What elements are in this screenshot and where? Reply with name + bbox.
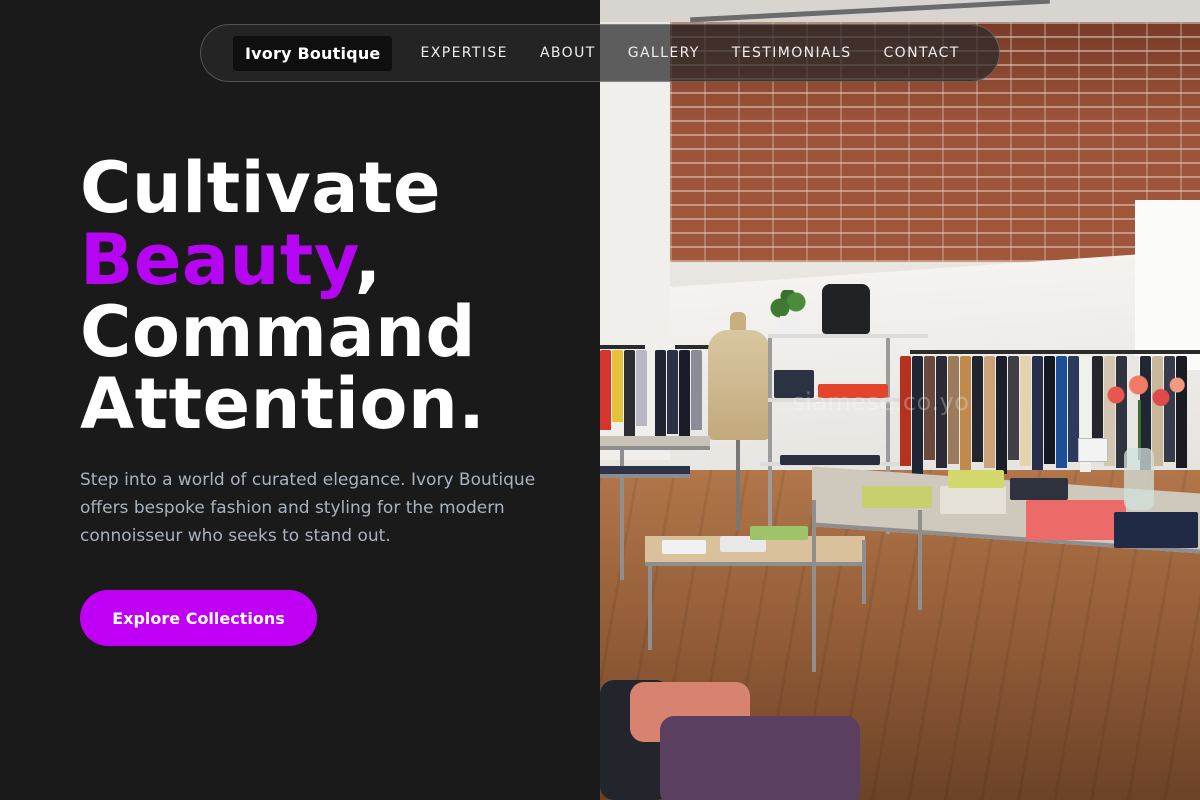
folded-clothes	[780, 455, 880, 465]
hero-title-line-3: Command	[80, 291, 477, 373]
folded-clothes	[750, 526, 808, 540]
sneakers	[662, 540, 706, 554]
nav-link-about[interactable]: ABOUT	[540, 45, 596, 61]
table-leg	[862, 540, 866, 604]
nav-link-gallery[interactable]: GALLERY	[628, 45, 700, 61]
hero-title-line-1: Cultivate	[80, 147, 441, 229]
shelf-post	[768, 334, 772, 534]
price-sign	[1078, 438, 1108, 462]
hero-title-line-4: Attention.	[80, 363, 486, 445]
plant-pot	[780, 316, 800, 334]
table-leg	[918, 510, 922, 610]
folded-clothes	[862, 486, 932, 508]
folded-clothes	[948, 470, 1004, 488]
window-light	[1135, 200, 1200, 370]
folded-clothes	[600, 466, 690, 478]
hanging-clothes	[655, 350, 703, 442]
backpack	[822, 284, 870, 334]
clothing-rack	[910, 350, 1200, 354]
mannequin-jacket	[708, 330, 770, 440]
shelf	[768, 334, 928, 338]
hero-title: Cultivate Beauty, Command Attention.	[80, 152, 580, 440]
top-navigation: Ivory Boutique EXPERTISE ABOUT GALLERY T…	[200, 24, 1000, 82]
explore-collections-button[interactable]: Explore Collections	[80, 590, 317, 646]
mannequin-stand	[736, 440, 740, 530]
nav-link-testimonials[interactable]: TESTIMONIALS	[732, 45, 852, 61]
brand-logo[interactable]: Ivory Boutique	[233, 35, 393, 71]
folded-clothes	[940, 486, 1006, 514]
folded-clothes	[1010, 478, 1068, 500]
hero-title-comma: ,	[354, 219, 382, 301]
clothing-rack	[600, 345, 645, 349]
vase	[1124, 448, 1154, 510]
display-table	[600, 436, 710, 450]
table-leg	[648, 566, 652, 650]
table-leg	[812, 500, 816, 672]
flowers	[1098, 370, 1188, 420]
folded-clothes	[1114, 512, 1198, 548]
clothing-rack	[675, 345, 710, 349]
nav-links: EXPERTISE ABOUT GALLERY TESTIMONIALS CON…	[420, 45, 959, 61]
nav-link-contact[interactable]: CONTACT	[884, 45, 960, 61]
clothing-pile	[660, 716, 860, 800]
folded-clothes	[1026, 500, 1126, 540]
hero-title-accent: Beauty	[80, 219, 355, 301]
watermark: siamese.co.yo	[792, 388, 970, 416]
hanging-clothes	[600, 350, 648, 436]
hero-description: Step into a world of curated elegance. I…	[80, 470, 536, 546]
nav-link-expertise[interactable]: EXPERTISE	[420, 45, 507, 61]
hero-image: siamese.co.yo	[600, 0, 1200, 800]
